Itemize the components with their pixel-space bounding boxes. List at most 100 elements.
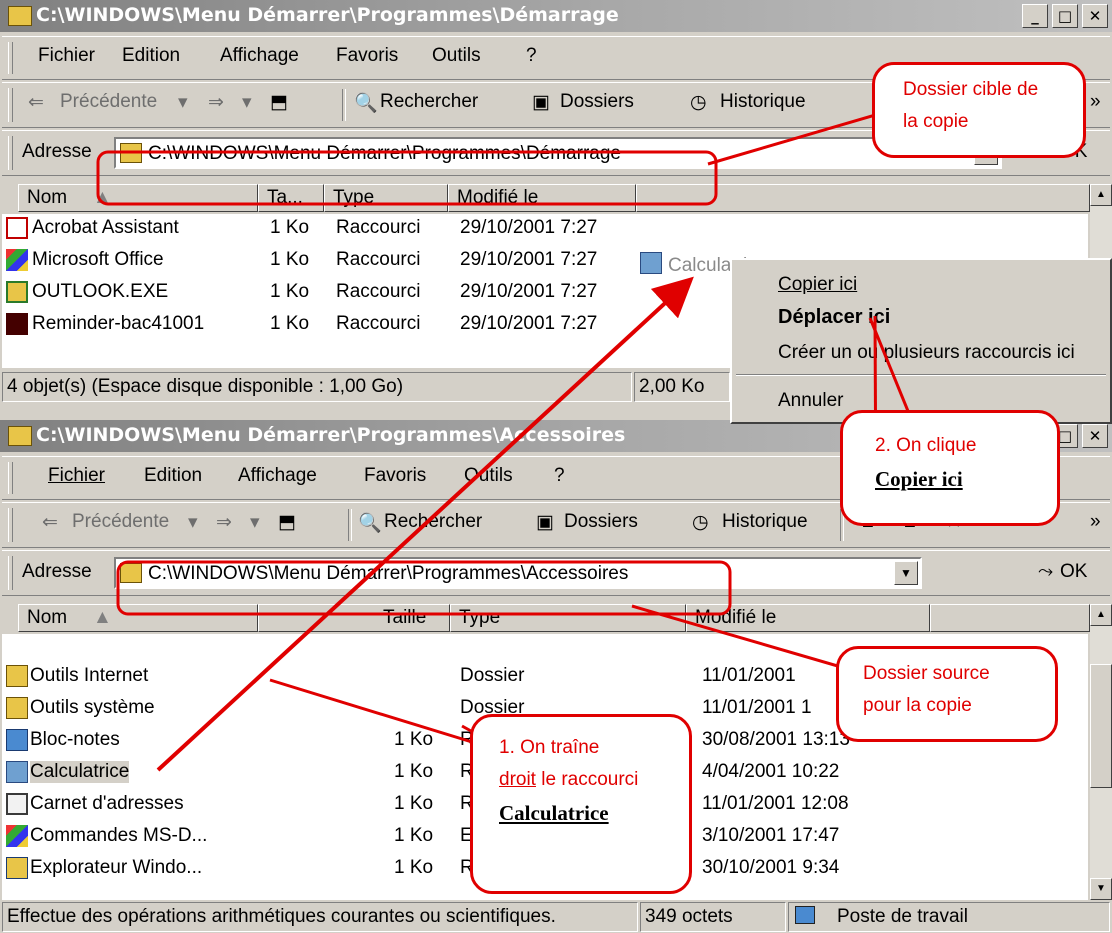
minimize-button[interactable]: _ xyxy=(1022,4,1048,28)
computer-icon xyxy=(795,906,815,924)
scroll-up-button[interactable]: ▲ xyxy=(1090,184,1112,206)
forward-arrow-icon[interactable]: ⇒ xyxy=(216,511,232,534)
menu-fichier[interactable]: Fichier xyxy=(38,45,95,67)
folders-icon[interactable]: ▣ xyxy=(536,511,554,534)
history-button[interactable]: Historique xyxy=(720,91,806,113)
scroll-thumb[interactable] xyxy=(1090,664,1112,788)
menu-edition[interactable]: Edition xyxy=(144,465,202,487)
menu-outils[interactable]: Outils xyxy=(432,45,481,67)
menu-outils[interactable]: Outils xyxy=(464,465,513,487)
menu-affichage[interactable]: Affichage xyxy=(238,465,317,487)
reminder-icon xyxy=(6,313,28,335)
back-button[interactable]: Précédente xyxy=(72,511,169,533)
menu-help[interactable]: ? xyxy=(554,465,565,487)
status-text: 4 objet(s) (Espace disque disponible : 1… xyxy=(2,372,632,402)
search-icon[interactable]: 🔍 xyxy=(354,91,378,115)
menu-item-move-here[interactable]: Déplacer ici xyxy=(778,306,890,329)
list-item[interactable]: Acrobat Assistant 1 Ko Raccourci 29/10/2… xyxy=(2,214,1088,244)
office-icon xyxy=(6,249,28,271)
chevron-down-icon[interactable]: ▾ xyxy=(188,511,198,534)
menu-item-create-shortcuts[interactable]: Créer un ou plusieurs raccourcis ici xyxy=(778,342,1075,364)
chevron-down-icon[interactable]: ▾ xyxy=(242,91,252,114)
back-arrow-icon[interactable]: ⇐ xyxy=(42,511,58,534)
address-label: Adresse xyxy=(22,141,92,162)
column-header-modified[interactable]: Modifié le xyxy=(686,604,930,632)
callout-click-copy: 2. On clique Copier ici xyxy=(840,410,1060,526)
chevron-down-icon[interactable]: ▾ xyxy=(250,511,260,534)
address-input[interactable]: C:\WINDOWS\Menu Démarrer\Programmes\Déma… xyxy=(114,137,1002,169)
status-size: 349 octets xyxy=(640,902,786,932)
search-icon[interactable]: 🔍 xyxy=(358,511,382,535)
toolbar-overflow-icon[interactable]: » xyxy=(1090,91,1101,113)
scroll-down-button[interactable]: ▼ xyxy=(1090,878,1112,900)
forward-arrow-icon[interactable]: ⇒ xyxy=(208,91,224,114)
chevron-down-icon[interactable]: ▾ xyxy=(178,91,188,114)
explorer-icon xyxy=(6,857,28,879)
menu-help[interactable]: ? xyxy=(526,45,537,67)
up-folder-icon[interactable]: ⬒ xyxy=(278,511,296,534)
folder-icon xyxy=(8,426,32,446)
column-header-size[interactable]: Taille xyxy=(258,604,450,632)
up-folder-icon[interactable]: ⬒ xyxy=(270,91,288,114)
scroll-up-button[interactable]: ▲ xyxy=(1090,604,1112,626)
folder-icon xyxy=(8,6,32,26)
address-book-icon xyxy=(6,793,28,815)
window-title: C:\WINDOWS\Menu Démarrer\Programmes\Déma… xyxy=(36,4,619,26)
history-button[interactable]: Historique xyxy=(722,511,808,533)
folders-button[interactable]: Dossiers xyxy=(560,91,634,113)
folder-icon xyxy=(120,563,142,583)
folders-button[interactable]: Dossiers xyxy=(564,511,638,533)
callout-target-folder: Dossier cible de la copie xyxy=(872,62,1086,158)
column-header-name[interactable]: Nom ▲ xyxy=(18,604,258,632)
menu-affichage[interactable]: Affichage xyxy=(220,45,299,67)
address-bar: Adresse C:\WINDOWS\Menu Démarrer\Program… xyxy=(2,550,1110,596)
title-bar[interactable]: C:\WINDOWS\Menu Démarrer\Programmes\Déma… xyxy=(0,0,1112,32)
go-button[interactable]: OK xyxy=(1060,561,1087,583)
menu-separator xyxy=(736,374,1106,376)
search-button[interactable]: Rechercher xyxy=(384,511,482,533)
menu-item-copy-here[interactable]: Copier ici xyxy=(778,274,857,296)
folder-icon xyxy=(120,143,142,163)
back-arrow-icon[interactable]: ⇐ xyxy=(28,91,44,114)
menu-favoris[interactable]: Favoris xyxy=(336,45,398,67)
menu-favoris[interactable]: Favoris xyxy=(364,465,426,487)
folder-icon xyxy=(6,665,28,687)
column-header-empty xyxy=(636,184,1090,212)
calculator-icon xyxy=(6,761,28,783)
status-zone: Poste de travail xyxy=(788,902,1110,932)
column-header-type[interactable]: Type xyxy=(450,604,686,632)
search-button[interactable]: Rechercher xyxy=(380,91,478,113)
close-button[interactable]: ✕ xyxy=(1082,4,1108,28)
notepad-icon xyxy=(6,729,28,751)
address-input[interactable]: C:\WINDOWS\Menu Démarrer\Programmes\Acce… xyxy=(114,557,922,589)
calculator-icon xyxy=(640,252,662,274)
context-menu: Copier ici Déplacer ici Créer un ou plus… xyxy=(730,258,1112,424)
column-header-empty xyxy=(930,604,1090,632)
history-icon[interactable]: ◷ xyxy=(692,511,709,534)
go-icon[interactable]: ⤳ xyxy=(1038,561,1053,583)
menu-fichier[interactable]: Fichier xyxy=(48,465,105,487)
status-size: 2,00 Ko xyxy=(634,372,730,402)
callout-drag-instruction: 1. On traîne droit le raccourci Calculat… xyxy=(470,714,692,894)
close-button[interactable]: ✕ xyxy=(1082,424,1108,448)
column-header-name[interactable]: Nom ▲ xyxy=(18,184,258,212)
folders-icon[interactable]: ▣ xyxy=(532,91,550,114)
menu-edition[interactable]: Edition xyxy=(122,45,180,67)
column-header-type[interactable]: Type xyxy=(324,184,448,212)
address-label: Adresse xyxy=(22,561,92,582)
callout-source-folder: Dossier source pour la copie xyxy=(836,646,1058,742)
history-icon[interactable]: ◷ xyxy=(690,91,707,114)
maximize-button[interactable]: □ xyxy=(1052,4,1078,28)
address-dropdown-button[interactable]: ▼ xyxy=(894,561,918,585)
column-header-modified[interactable]: Modifié le xyxy=(448,184,636,212)
folder-icon xyxy=(6,697,28,719)
toolbar-overflow-icon[interactable]: » xyxy=(1090,511,1101,533)
vertical-scrollbar[interactable]: ▲ ▼ xyxy=(1090,604,1112,900)
menu-item-cancel[interactable]: Annuler xyxy=(778,390,844,412)
msdos-icon xyxy=(6,825,28,847)
outlook-icon xyxy=(6,281,28,303)
back-button[interactable]: Précédente xyxy=(60,91,157,113)
acrobat-icon xyxy=(6,217,28,239)
status-text: Effectue des opérations arithmétiques co… xyxy=(2,902,638,932)
column-header-size[interactable]: Ta... xyxy=(258,184,324,212)
